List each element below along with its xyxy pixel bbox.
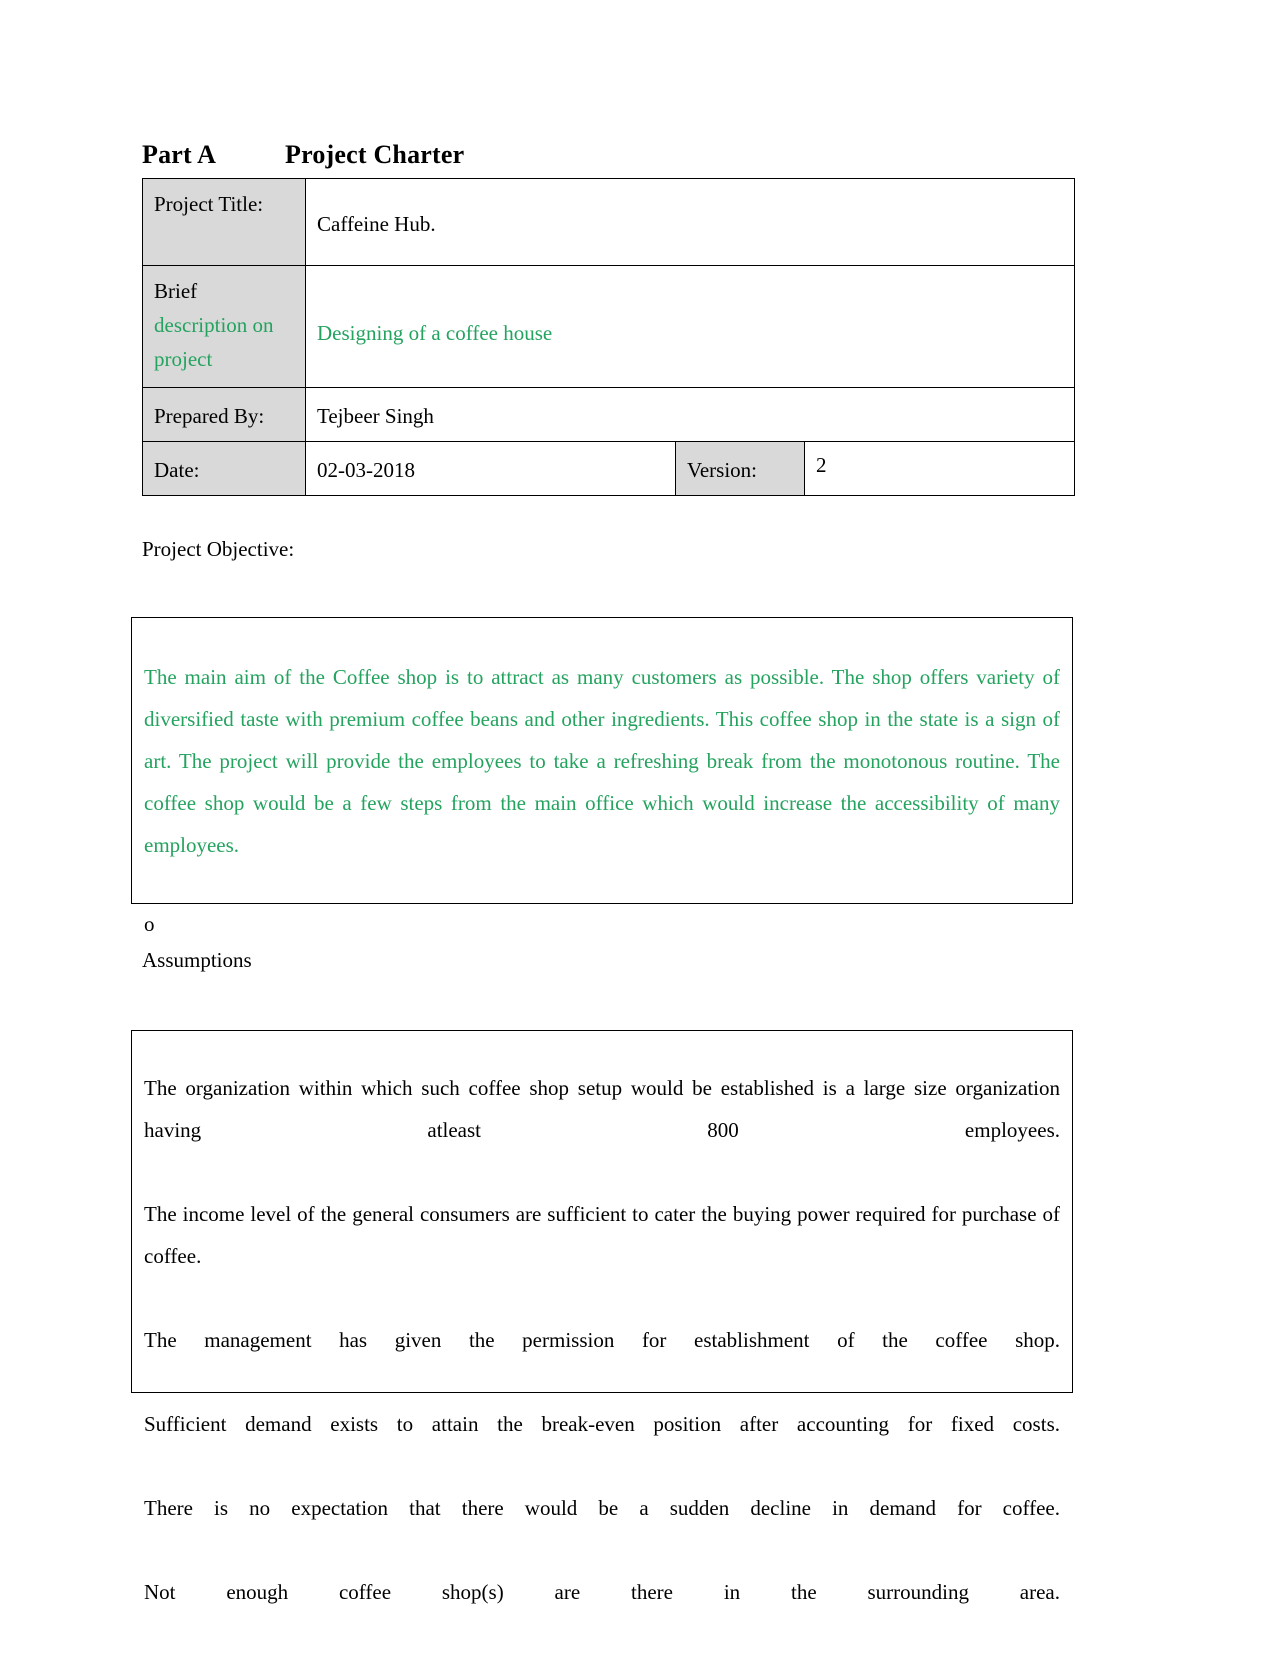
- version-label: Version:: [675, 441, 805, 497]
- table-row-prepared-by: Prepared By: Tejbeer Singh: [142, 386, 1075, 443]
- project-objective-label: Project Objective:: [142, 537, 295, 561]
- assumption-item[interactable]: There is no expectation that there would…: [144, 1487, 1060, 1571]
- document-page: Part A Project Charter Project Title: Caf…: [0, 0, 1275, 1650]
- brief-description-label: Brief description on project: [142, 265, 306, 388]
- brief-label-line-2: description on: [154, 313, 274, 338]
- table-row-brief-description: Brief description on project Designing o…: [142, 265, 1075, 388]
- assumption-item[interactable]: Sufficient demand exists to attain the b…: [144, 1403, 1060, 1487]
- project-objective-text[interactable]: The main aim of the Coffee shop is to at…: [144, 656, 1060, 908]
- assumption-item[interactable]: The organization within which such coffe…: [144, 1067, 1060, 1193]
- project-objective-content: The main aim of the Coffee shop is to at…: [132, 618, 1072, 951]
- part-label: Part A: [142, 140, 217, 169]
- assumption-item[interactable]: The income level of the general consumer…: [144, 1193, 1060, 1319]
- brief-label-line-1: Brief: [154, 279, 198, 303]
- project-title-value[interactable]: Caffeine Hub.: [305, 178, 1075, 266]
- page-title: Part A Project Charter: [142, 140, 464, 170]
- assumptions-box: The organization within which such coffe…: [131, 1030, 1073, 1604]
- assumptions-label: Assumptions: [142, 948, 252, 972]
- assumptions-content: The organization within which such coffe…: [132, 1031, 1072, 1665]
- brief-description-value[interactable]: Designing of a coffee house: [305, 265, 1075, 388]
- project-objective-box: The main aim of the Coffee shop is to at…: [131, 617, 1073, 936]
- objective-stray-character: o: [144, 912, 155, 936]
- prepared-by-label: Prepared By:: [142, 386, 306, 443]
- table-row-date-version: Date: 02-03-2018 Version: 2: [142, 441, 1075, 497]
- prepared-by-value[interactable]: Tejbeer Singh: [305, 386, 1075, 443]
- assumption-item[interactable]: Not enough coffee shop(s) are there in t…: [144, 1571, 1060, 1655]
- assumption-item[interactable]: The management has given the permission …: [144, 1319, 1060, 1403]
- date-value[interactable]: 02-03-2018: [305, 441, 676, 497]
- table-row-project-title: Project Title: Caffeine Hub.: [142, 178, 1075, 266]
- charter-title: Project Charter: [285, 140, 465, 169]
- version-value[interactable]: 2: [804, 441, 1075, 497]
- project-charter-table: Project Title: Caffeine Hub. Brief descr…: [142, 178, 1075, 497]
- project-title-label: Project Title:: [142, 178, 306, 266]
- date-label: Date:: [142, 441, 306, 497]
- brief-label-line-3: project: [154, 347, 213, 372]
